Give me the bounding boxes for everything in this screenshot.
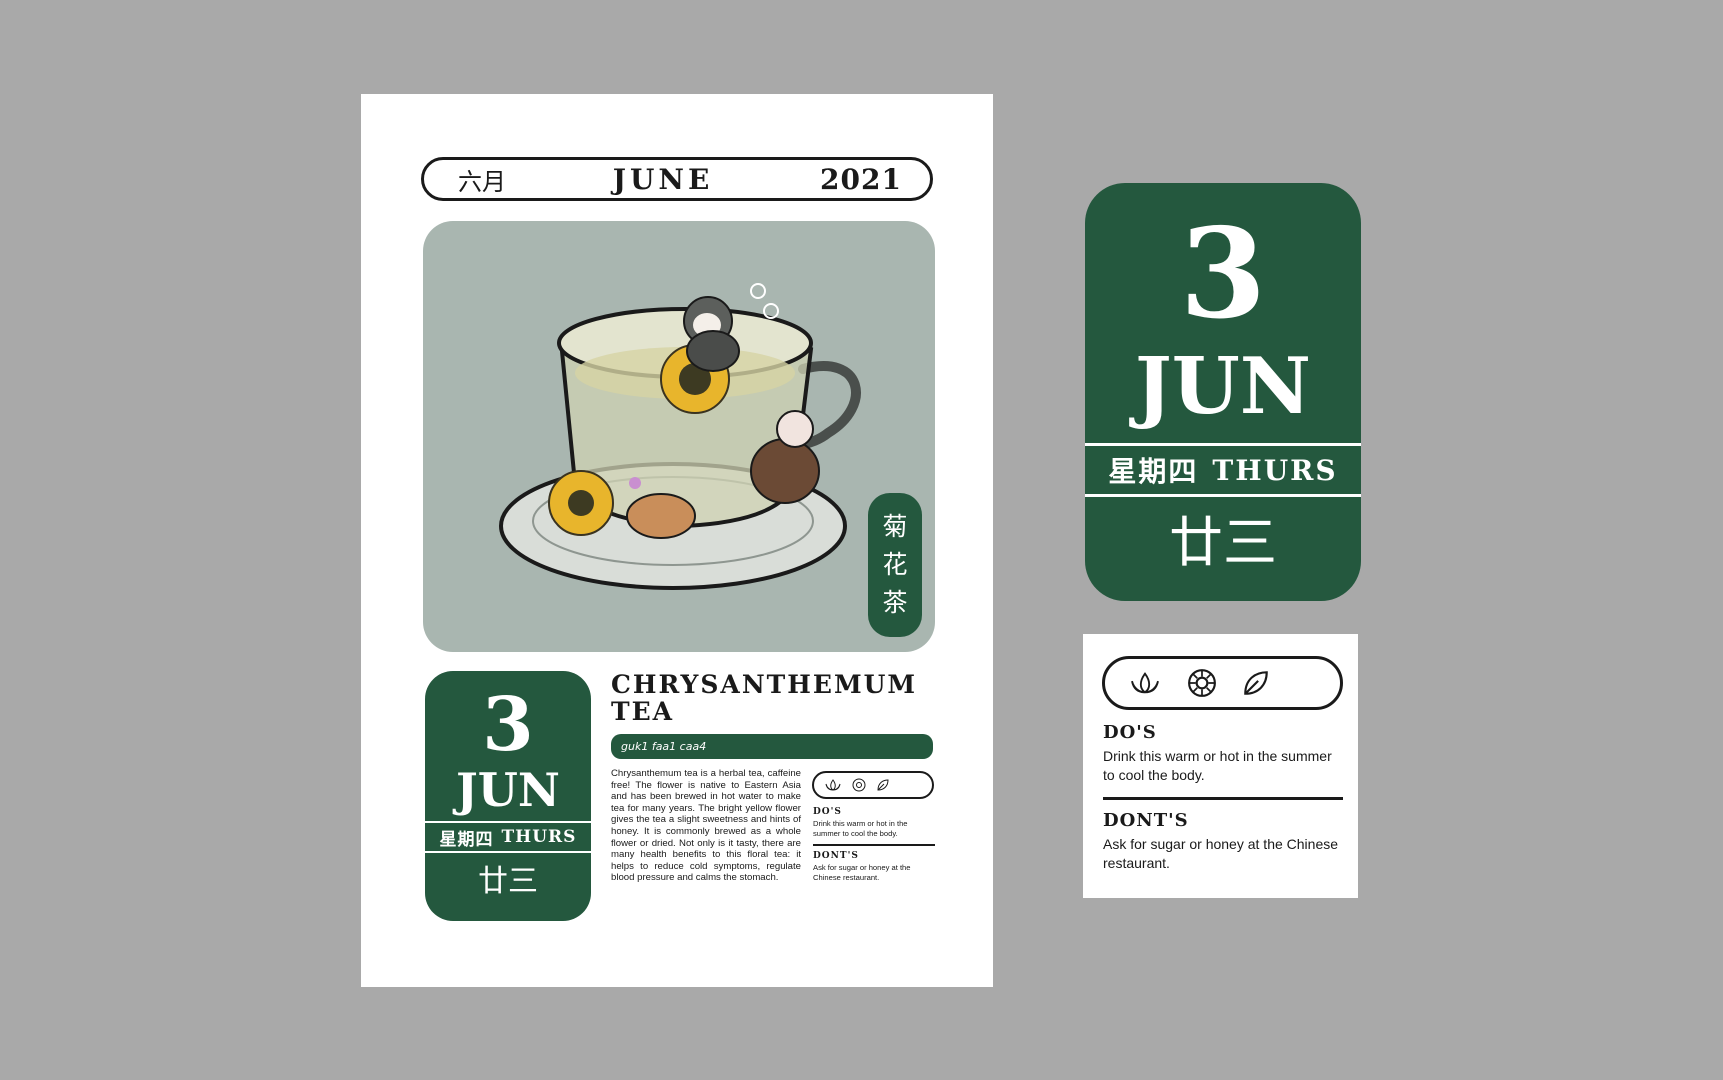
dos-heading: DO'S [1103,722,1157,743]
calendar-page: 六月 JUNE 2021 菊 花 茶 3 JUN 星期四 THURS 廿三 CH… [361,94,993,987]
dos-text: Drink this warm or hot in the summer to … [813,819,908,838]
tea-illustration: 菊 花 茶 [423,221,935,652]
lotus-icon [825,779,841,791]
dos-donts-large: DO'S Drink this warm or hot in the summe… [1103,722,1343,873]
tea-description: Chrysanthemum tea is a herbal tea, caffe… [611,768,801,884]
date-card-large: 3 JUN 星期四 THURS 廿三 [1085,183,1361,601]
donts-text: Ask for sugar or honey at the Chinese re… [1103,836,1339,871]
leaf-icon [1244,671,1268,695]
dos-donts-card: DO'S Drink this warm or hot in the summe… [1083,634,1358,898]
tea-label-char: 茶 [882,588,908,617]
tea-title: CHRYSANTHEMUM TEA [611,671,941,725]
month-english: JUNE [612,162,714,196]
dos-heading: DO'S [813,807,842,817]
teacup-illustration [499,283,861,590]
month-header: 六月 JUNE 2021 [421,157,933,201]
divider [813,844,935,847]
tea-name-chinese-label: 菊 花 茶 [868,493,922,637]
date-day: 3 [1179,202,1267,347]
donts-text: Ask for sugar or honey at the Chinese re… [813,863,911,882]
month-chinese: 六月 [458,167,506,196]
pronunciation-bar: guk1 faa1 caa4 [611,734,933,759]
lotus-icon [1131,672,1159,694]
icon-bar [812,771,934,799]
tea-label-char: 花 [882,550,908,579]
dos-text: Drink this warm or hot in the summer to … [1103,748,1332,783]
chrysanthemum-icon [852,778,866,792]
year: 2021 [820,162,902,196]
donts-heading: DONT'S [813,851,859,862]
date-month: JUN [456,763,560,817]
weekday-english: THURS [1212,453,1338,487]
dos-donts-small: DO'S Drink this warm or hot in the summe… [813,807,935,882]
date-card: 3 JUN 星期四 THURS 廿三 [425,671,591,921]
icon-bar-large [1102,656,1343,710]
date-day: 3 [482,682,534,768]
tea-title-line1: CHRYSANTHEMUM [611,670,918,699]
donts-heading: DONT'S [1103,810,1189,831]
date-month: JUN [1134,341,1312,432]
weekday-chinese: 星期四 [439,829,494,850]
chrysanthemum-icon [1188,669,1216,697]
divider [1103,797,1343,800]
tea-label-char: 菊 [882,512,908,541]
lunar-date: 廿三 [478,864,538,899]
lunar-date: 廿三 [1169,511,1277,574]
tea-title-line2: TEA [611,697,675,726]
leaf-icon [877,779,889,791]
weekday-english: THURS [501,827,577,847]
weekday: 星期四 THURS [1085,443,1361,497]
weekday-chinese: 星期四 [1108,455,1199,488]
weekday: 星期四 THURS [425,821,591,853]
